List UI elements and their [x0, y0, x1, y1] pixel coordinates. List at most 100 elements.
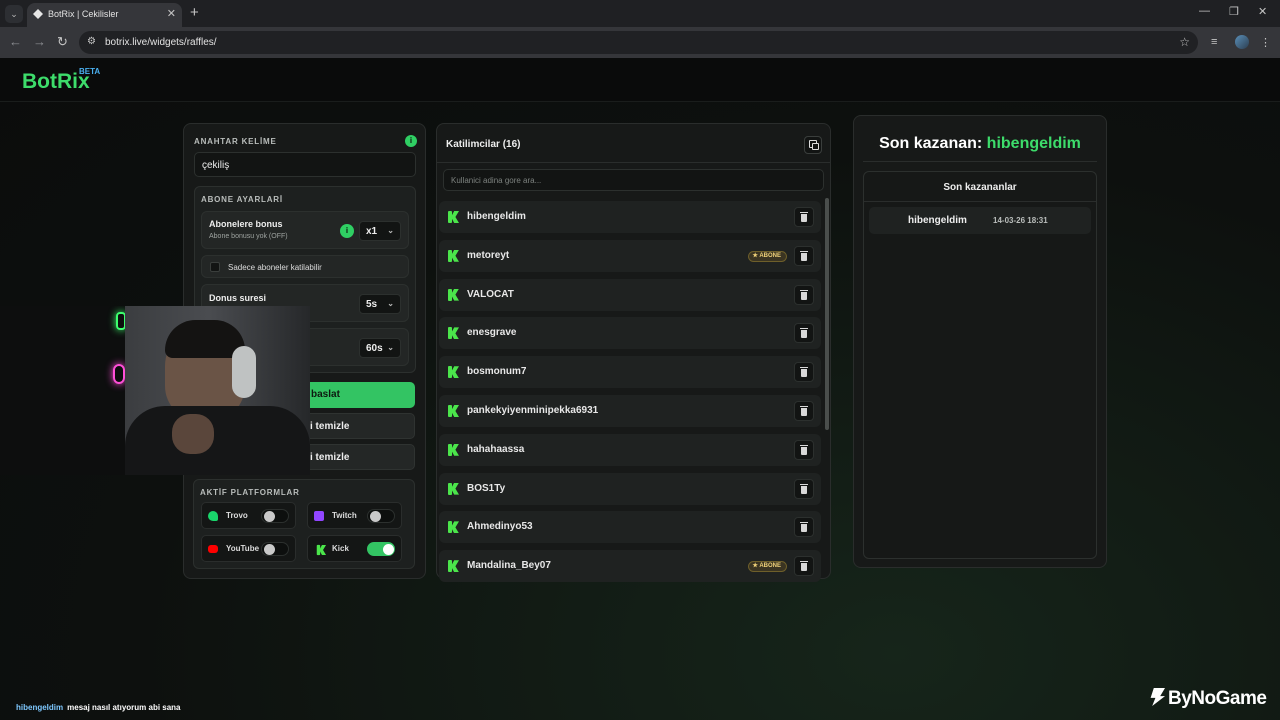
- platform-twitch: Twitch: [307, 502, 402, 529]
- trovo-icon: [208, 511, 218, 521]
- bonus-duration-select[interactable]: 5s ⌄: [359, 294, 401, 314]
- trash-icon[interactable]: [794, 401, 814, 421]
- new-tab-icon[interactable]: +: [190, 4, 199, 21]
- youtube-icon: [208, 545, 218, 553]
- close-tab-icon[interactable]: ✕: [167, 7, 176, 20]
- trash-icon[interactable]: [794, 323, 814, 344]
- youtube-toggle[interactable]: [261, 542, 289, 556]
- neon-flamingo-light: [113, 364, 125, 384]
- divider: [863, 161, 1097, 162]
- bonus-duration-value: 5s: [366, 299, 378, 310]
- webcam-overlay: [0, 306, 310, 475]
- reload-icon[interactable]: ↻: [57, 34, 68, 50]
- chevron-down-icon: ⌄: [387, 299, 394, 308]
- kick-icon: [316, 544, 326, 556]
- participant-row: hibengeldim: [439, 201, 821, 233]
- start-raffle-label: baslat: [311, 389, 340, 400]
- participant-name: hibengeldim: [467, 211, 526, 222]
- keyword-input[interactable]: çekiliş: [194, 152, 416, 177]
- divider: [437, 162, 830, 163]
- last-winner-heading: Son kazanan: hibengeldim: [854, 135, 1106, 153]
- trovo-toggle[interactable]: [261, 509, 289, 523]
- active-platforms-card: AKTİF PLATFORMLAR Trovo Twitch YouTube K…: [193, 479, 415, 569]
- keyword-value: çekiliş: [202, 160, 230, 171]
- subscribers-only-label: Sadece aboneler katilabilir: [228, 263, 322, 272]
- subscriber-settings-label: ABONE AYARLARİ: [201, 195, 283, 204]
- participant-row: hahahaassa: [439, 433, 821, 466]
- participants-title: Katilimcilar (16): [446, 139, 521, 150]
- participant-name: bosmonum7: [467, 366, 527, 378]
- site-info-icon[interactable]: ⚙: [87, 36, 96, 47]
- back-icon[interactable]: ←: [9, 34, 22, 49]
- profile-avatar[interactable]: [1235, 35, 1249, 49]
- participant-row: pankekyiyenminipekka6931: [439, 395, 821, 427]
- close-window-icon[interactable]: ✕: [1258, 5, 1267, 18]
- trash-icon[interactable]: [794, 517, 814, 538]
- kick-icon: [448, 366, 458, 379]
- headset-icon: [232, 346, 256, 398]
- platform-youtube: YouTube: [201, 535, 296, 562]
- trash-icon[interactable]: [794, 284, 814, 305]
- info-icon[interactable]: i: [405, 135, 417, 147]
- participant-name: hahahaassa: [467, 443, 525, 455]
- browser-tab-strip: ⌄ BotRix | Cekilisler ✕ + — ❐ ✕: [0, 0, 1280, 27]
- participant-name: pankekyiyenminipekka6931: [467, 405, 599, 416]
- copy-icon[interactable]: [804, 136, 822, 154]
- bynogame-mark-icon: [1150, 688, 1165, 706]
- trash-icon[interactable]: [794, 478, 814, 499]
- scrollbar-thumb[interactable]: [825, 198, 829, 430]
- subscriber-bonus-select[interactable]: x1 ⌄: [359, 221, 401, 241]
- winners-panel: Son kazanan: hibengeldim Son kazananlar …: [853, 115, 1107, 568]
- platform-name: YouTube: [226, 544, 260, 553]
- search-placeholder: Kullanici adina gore ara...: [451, 176, 542, 185]
- kick-icon: [448, 521, 458, 534]
- browser-tab[interactable]: BotRix | Cekilisler ✕: [27, 3, 182, 27]
- kick-icon: [448, 482, 458, 495]
- subscribers-only-checkbox[interactable]: [210, 262, 220, 272]
- address-bar[interactable]: ⚙ botrix.live/widgets/raffles/ ☆: [79, 31, 1198, 54]
- recent-winner-date: 14-03-26 18:31: [993, 216, 1048, 225]
- timer-select[interactable]: 60s ⌄: [359, 338, 401, 358]
- bookmark-star-icon[interactable]: ☆: [1179, 35, 1190, 49]
- participant-row: BOS1Ty: [439, 472, 821, 505]
- participant-row: Mandalina_Bey07 ★ ABONE: [439, 550, 821, 583]
- participant-name: Ahmedinyo53: [467, 521, 533, 533]
- kick-icon: [448, 327, 458, 340]
- site-header: BotRix BETA: [0, 58, 1280, 102]
- subscriber-bonus-info-icon[interactable]: i: [340, 224, 354, 238]
- bonus-duration-title: Donus suresi: [209, 293, 267, 303]
- url-text: botrix.live/widgets/raffles/: [105, 37, 217, 48]
- participant-name: metoreyt: [467, 249, 510, 261]
- webcam-background: [0, 306, 130, 475]
- minimize-icon[interactable]: —: [1199, 5, 1210, 17]
- forward-icon[interactable]: →: [33, 34, 46, 49]
- subscriber-bonus-title: Abonelere bonus: [209, 219, 283, 229]
- kick-toggle[interactable]: [367, 542, 395, 556]
- recent-winner-name: hibengeldim: [908, 215, 967, 226]
- twitch-toggle[interactable]: [367, 509, 395, 523]
- kick-icon: [448, 211, 458, 223]
- trash-icon[interactable]: [794, 207, 814, 227]
- media-control-icon[interactable]: ≡: [1211, 36, 1217, 48]
- chevron-down-icon: ⌄: [387, 226, 394, 235]
- keyword-label: ANAHTAR KELİME: [194, 137, 277, 146]
- participant-search-input[interactable]: Kullanici adina gore ara...: [443, 169, 824, 191]
- subscriber-bonus-desc: Abone bonusu yok (OFF): [209, 233, 288, 240]
- last-winner-label: Son kazanan:: [879, 135, 983, 152]
- tab-search-button[interactable]: ⌄: [5, 5, 23, 23]
- platform-name: Kick: [332, 544, 349, 553]
- browser-menu-icon[interactable]: ⋮: [1260, 36, 1271, 49]
- kick-icon: [448, 288, 458, 301]
- participant-row: VALOCAT: [439, 278, 821, 311]
- recent-winners-title: Son kazananlar: [943, 182, 1017, 193]
- trash-icon[interactable]: [794, 556, 814, 577]
- recent-winner-row: hibengeldim 14-03-26 18:31: [869, 207, 1091, 234]
- trash-icon[interactable]: [794, 439, 814, 460]
- divider: [864, 201, 1096, 202]
- subscribers-only-row[interactable]: Sadece aboneler katilabilir: [201, 255, 409, 278]
- chat-message: hibengeldim mesaj nasıl atıyorum abi sana: [16, 703, 181, 712]
- trash-icon[interactable]: [794, 245, 814, 266]
- kick-icon: [448, 405, 458, 417]
- trash-icon[interactable]: [794, 362, 814, 383]
- restore-icon[interactable]: ❐: [1229, 5, 1239, 18]
